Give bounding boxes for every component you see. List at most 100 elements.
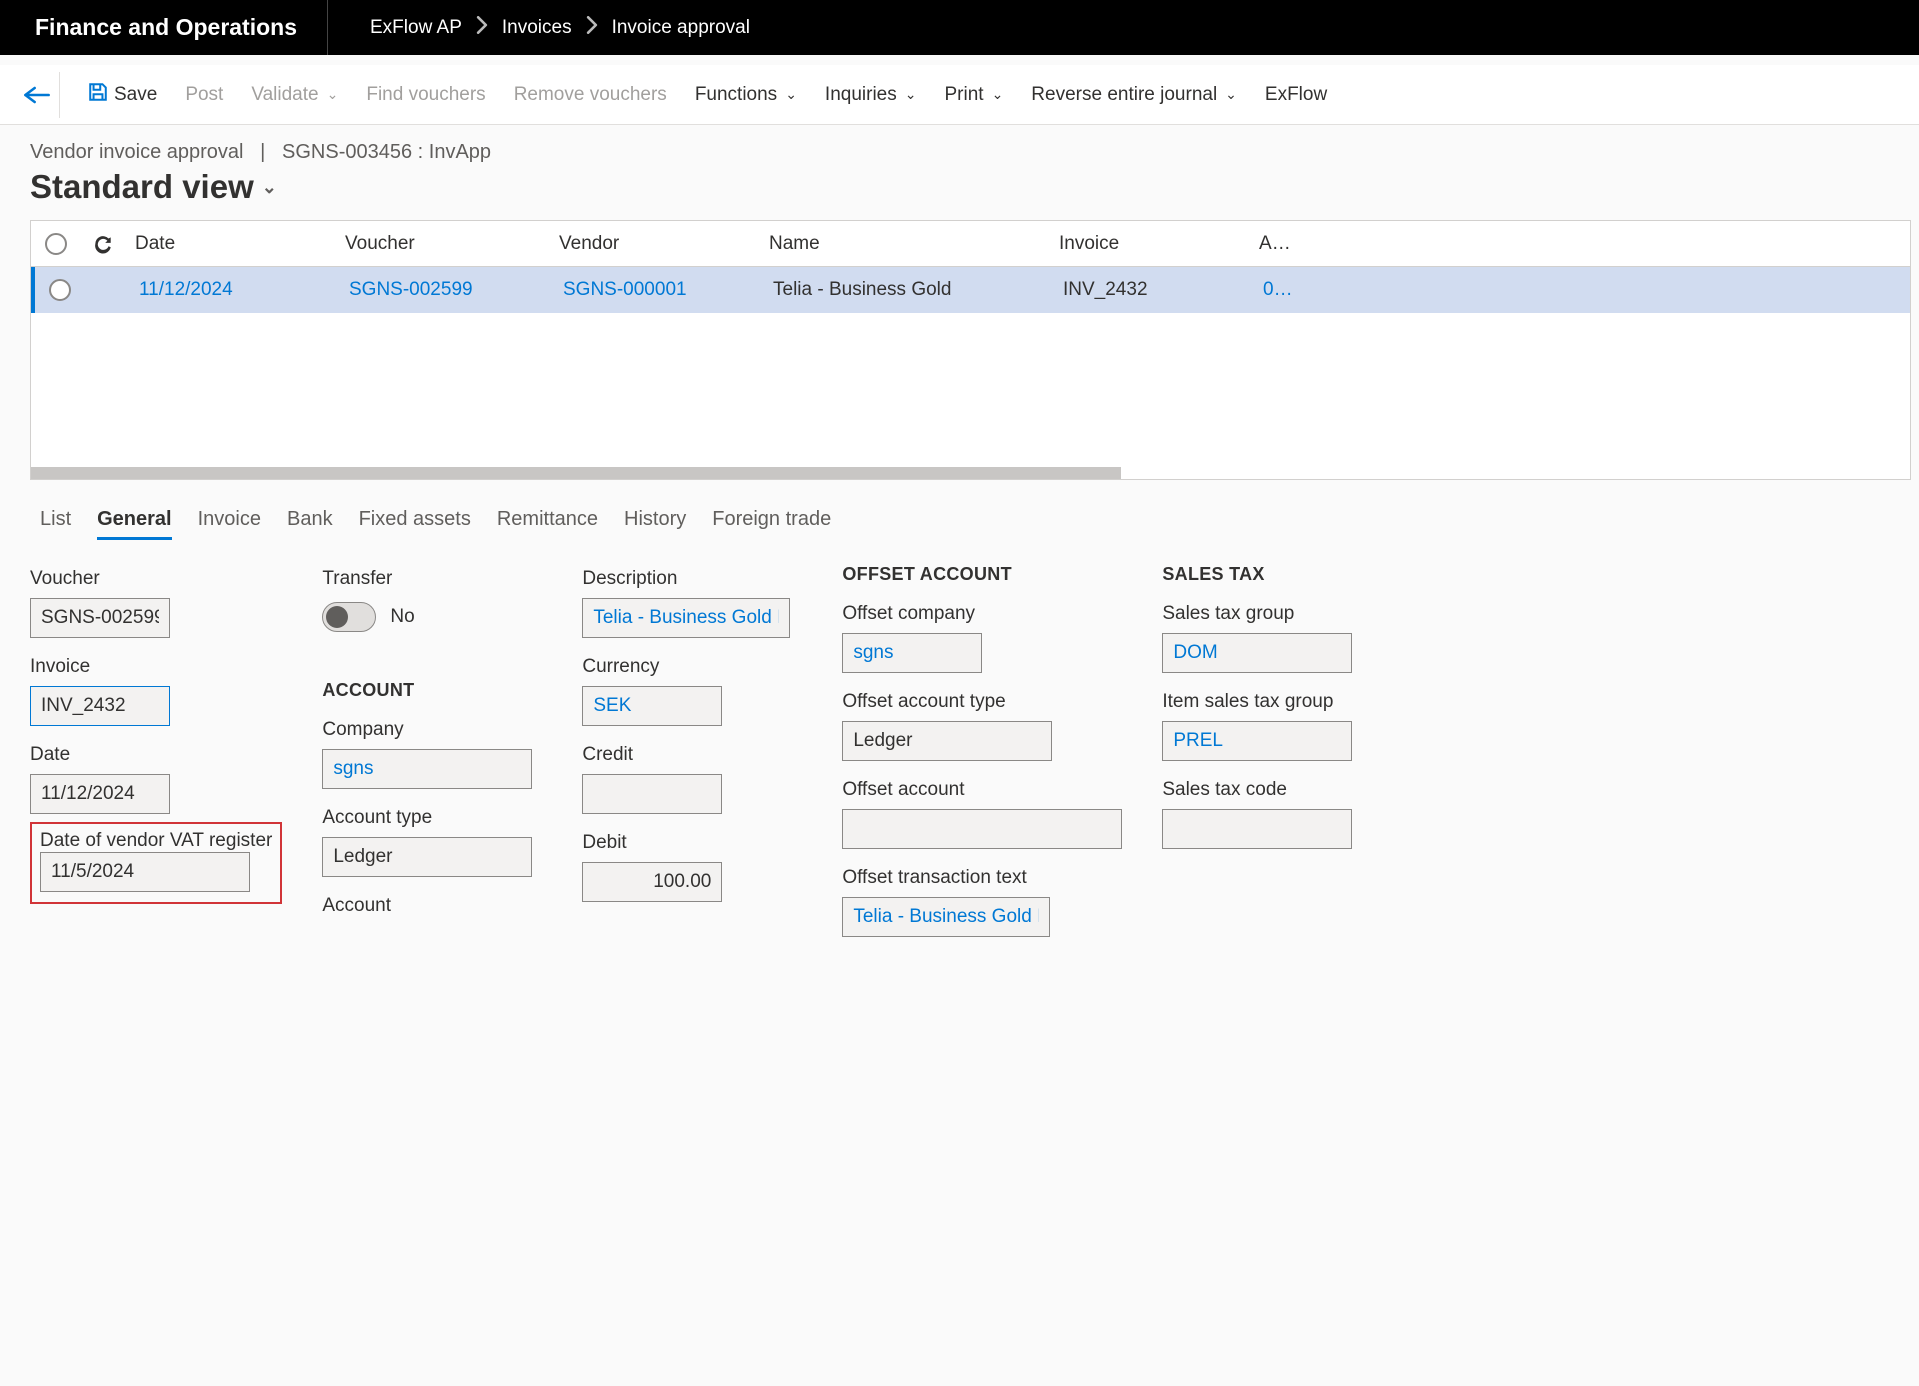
date-label: Date xyxy=(30,744,282,766)
breadcrumb: ExFlow AP Invoices Invoice approval xyxy=(328,16,750,39)
top-header: Finance and Operations ExFlow AP Invoice… xyxy=(0,0,1919,55)
debit-label: Debit xyxy=(582,832,802,854)
exflow-button[interactable]: ExFlow xyxy=(1265,84,1327,106)
account-type-field[interactable] xyxy=(322,837,532,877)
cell-voucher[interactable]: SGNS-002599 xyxy=(339,279,553,301)
tab-general[interactable]: General xyxy=(97,508,171,540)
find-vouchers-button[interactable]: Find vouchers xyxy=(366,84,485,106)
action-bar: Save Post Validate⌄ Find vouchers Remove… xyxy=(0,65,1919,125)
vat-date-field[interactable] xyxy=(40,852,250,892)
chevron-down-icon: ⌄ xyxy=(992,86,1004,103)
offset-account-field[interactable] xyxy=(842,809,1122,849)
horizontal-scrollbar[interactable] xyxy=(31,467,1910,479)
view-selector[interactable]: Standard view ⌄ xyxy=(0,168,1919,220)
transfer-label: Transfer xyxy=(322,568,542,590)
breadcrumb-item-1[interactable]: ExFlow AP xyxy=(370,17,462,39)
general-form: Voucher Invoice Date Date of vendor VAT … xyxy=(0,548,1919,937)
column-header-name[interactable]: Name xyxy=(759,233,1049,255)
tab-bank[interactable]: Bank xyxy=(287,508,333,540)
item-sales-tax-group-label: Item sales tax group xyxy=(1162,691,1352,713)
column-header-date[interactable]: Date xyxy=(125,233,335,255)
chevron-right-icon xyxy=(586,16,598,39)
cell-name[interactable]: Telia - Business Gold xyxy=(763,279,1053,301)
chevron-right-icon xyxy=(476,16,488,39)
sales-tax-code-field[interactable] xyxy=(1162,809,1352,849)
chevron-down-icon: ⌄ xyxy=(1225,86,1237,103)
cell-date[interactable]: 11/12/2024 xyxy=(129,279,339,301)
credit-field[interactable] xyxy=(582,774,722,814)
transfer-toggle[interactable] xyxy=(322,602,376,632)
refresh-button[interactable] xyxy=(81,233,125,255)
credit-label: Credit xyxy=(582,744,802,766)
offset-account-section: OFFSET ACCOUNT xyxy=(842,564,1122,585)
item-sales-tax-group-field[interactable] xyxy=(1162,721,1352,761)
cell-invoice[interactable]: INV_2432 xyxy=(1053,279,1253,301)
chevron-down-icon: ⌄ xyxy=(262,177,277,198)
account-section: ACCOUNT xyxy=(322,680,542,701)
sales-tax-group-field[interactable] xyxy=(1162,633,1352,673)
chevron-down-icon: ⌄ xyxy=(327,86,339,103)
inquiries-dropdown[interactable]: Inquiries⌄ xyxy=(825,84,917,106)
reverse-journal-dropdown[interactable]: Reverse entire journal⌄ xyxy=(1031,84,1237,106)
select-all-checkbox[interactable] xyxy=(31,233,81,255)
offset-company-field[interactable] xyxy=(842,633,982,673)
voucher-field[interactable] xyxy=(30,598,170,638)
sales-tax-code-label: Sales tax code xyxy=(1162,779,1352,801)
column-header-invoice[interactable]: Invoice xyxy=(1049,233,1249,255)
chevron-down-icon: ⌄ xyxy=(905,86,917,103)
row-select-checkbox[interactable] xyxy=(35,279,85,301)
remove-vouchers-button[interactable]: Remove vouchers xyxy=(514,84,667,106)
vat-date-highlight: Date of vendor VAT register xyxy=(30,822,282,904)
company-label: Company xyxy=(322,719,542,741)
sales-tax-section: SALES TAX xyxy=(1162,564,1352,585)
save-icon xyxy=(88,82,108,108)
offset-company-label: Offset company xyxy=(842,603,1122,625)
tab-history[interactable]: History xyxy=(624,508,686,540)
currency-label: Currency xyxy=(582,656,802,678)
cell-vendor[interactable]: SGNS-000001 xyxy=(553,279,763,301)
transfer-value: No xyxy=(390,606,414,628)
save-label: Save xyxy=(114,84,157,106)
voucher-label: Voucher xyxy=(30,568,282,590)
offset-account-label: Offset account xyxy=(842,779,1122,801)
validate-dropdown[interactable]: Validate⌄ xyxy=(251,84,338,106)
page-title: Vendor invoice approval xyxy=(30,141,243,163)
table-row[interactable]: 11/12/2024 SGNS-002599 SGNS-000001 Telia… xyxy=(31,267,1910,313)
chevron-down-icon: ⌄ xyxy=(785,86,797,103)
journal-id: SGNS-003456 : InvApp xyxy=(282,141,491,163)
tab-invoice[interactable]: Invoice xyxy=(198,508,261,540)
save-button[interactable]: Save xyxy=(88,82,157,108)
grid-header-row: Date Voucher Vendor Name Invoice Ap xyxy=(31,221,1910,267)
offset-account-type-field[interactable] xyxy=(842,721,1052,761)
data-grid: Date Voucher Vendor Name Invoice Ap 11/1… xyxy=(30,220,1911,480)
sales-tax-group-label: Sales tax group xyxy=(1162,603,1352,625)
offset-account-type-label: Offset account type xyxy=(842,691,1122,713)
tab-foreign-trade[interactable]: Foreign trade xyxy=(712,508,831,540)
column-header-ap[interactable]: Ap xyxy=(1249,233,1289,255)
description-label: Description xyxy=(582,568,802,590)
view-name: Standard view xyxy=(30,168,254,206)
account-label: Account xyxy=(322,895,542,917)
breadcrumb-item-2[interactable]: Invoices xyxy=(502,17,572,39)
functions-dropdown[interactable]: Functions⌄ xyxy=(695,84,797,106)
column-header-voucher[interactable]: Voucher xyxy=(335,233,549,255)
post-button[interactable]: Post xyxy=(185,84,223,106)
company-field[interactable] xyxy=(322,749,532,789)
debit-field[interactable] xyxy=(582,862,722,902)
context-header: Vendor invoice approval | SGNS-003456 : … xyxy=(0,125,1919,168)
back-button[interactable] xyxy=(14,72,60,118)
offset-txn-text-field[interactable] xyxy=(842,897,1050,937)
tab-remittance[interactable]: Remittance xyxy=(497,508,598,540)
currency-field[interactable] xyxy=(582,686,722,726)
offset-txn-text-label: Offset transaction text xyxy=(842,867,1122,889)
tab-fixed-assets[interactable]: Fixed assets xyxy=(359,508,471,540)
tab-list[interactable]: List xyxy=(40,508,71,540)
description-field[interactable] xyxy=(582,598,790,638)
breadcrumb-item-3[interactable]: Invoice approval xyxy=(612,17,750,39)
print-dropdown[interactable]: Print⌄ xyxy=(944,84,1003,106)
detail-tabs: List General Invoice Bank Fixed assets R… xyxy=(0,480,1919,548)
date-field[interactable] xyxy=(30,774,170,814)
invoice-field[interactable] xyxy=(30,686,170,726)
column-header-vendor[interactable]: Vendor xyxy=(549,233,759,255)
cell-ap[interactable]: 00 xyxy=(1253,279,1293,301)
